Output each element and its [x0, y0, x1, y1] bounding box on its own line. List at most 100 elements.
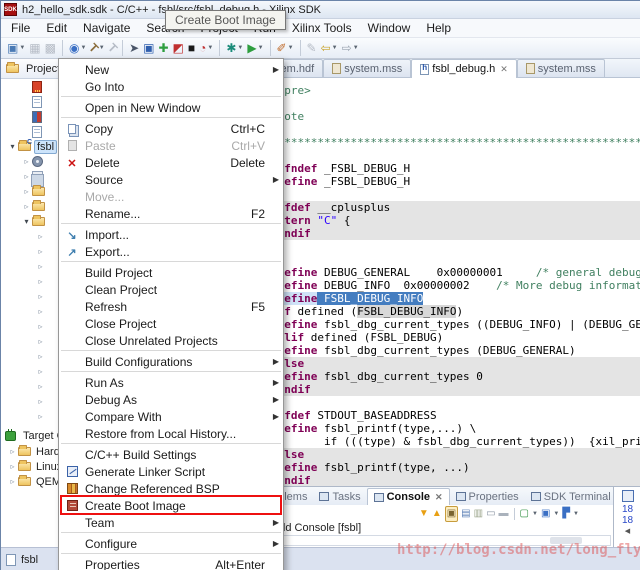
context-menu-item-generate-linker-script[interactable]: Generate Linker Script — [59, 463, 283, 480]
context-menu-item-delete[interactable]: DeleteDelete — [59, 154, 283, 171]
chevron-down-icon[interactable]: ▼ — [573, 511, 579, 517]
tree-expand-icon[interactable]: ▹ — [35, 412, 46, 421]
editor-tab-fsbl-debug-h[interactable]: fsbl_debug.h✕ — [411, 59, 517, 78]
chevron-down-icon[interactable]: ▼ — [258, 45, 264, 51]
tree-expand-icon[interactable]: ▹ — [35, 307, 46, 316]
tree-expand-icon[interactable]: ▹ — [35, 232, 46, 241]
tree-expand-icon[interactable]: ▹ — [21, 157, 32, 166]
tree-expand-icon[interactable]: ▹ — [35, 292, 46, 301]
tree-expand-icon[interactable]: ▹ — [35, 337, 46, 346]
display-console-icon[interactable]: ▢ — [520, 507, 529, 521]
context-menu-item-import[interactable]: Import... — [59, 226, 283, 243]
scroll-left-icon[interactable]: ◀ — [614, 527, 640, 535]
tree-expand-icon[interactable]: ▹ — [35, 382, 46, 391]
external-tools-button[interactable]: ✱▼ — [224, 39, 245, 57]
performance-button[interactable]: ◔▼ — [197, 39, 215, 57]
chevron-down-icon[interactable]: ▼ — [532, 511, 538, 517]
chevron-down-icon[interactable]: ▼ — [288, 45, 294, 51]
scroll-to-end-icon[interactable]: ▼ — [419, 507, 429, 521]
tree-expand-icon[interactable]: ▾ — [7, 142, 18, 151]
tree-expand-icon[interactable]: ▹ — [35, 367, 46, 376]
context-menu-item-build-configurations[interactable]: Build Configurations▶ — [59, 353, 283, 370]
show-on-output-icon[interactable]: ▣ — [445, 506, 458, 522]
build-all-button[interactable]: T — [107, 39, 118, 57]
chevron-down-icon[interactable]: ▼ — [237, 45, 243, 51]
tree-expand-icon[interactable]: ▹ — [35, 247, 46, 256]
context-menu-item-rename[interactable]: Rename...F2 — [59, 205, 283, 222]
remove-launch-icon[interactable]: ▬ — [499, 507, 509, 521]
chevron-down-icon[interactable]: ▼ — [19, 45, 25, 51]
menu-help[interactable]: Help — [418, 19, 459, 37]
program-fpga-button[interactable]: ◩ — [171, 39, 186, 57]
context-menu-item-debug-as[interactable]: Debug As▶ — [59, 391, 283, 408]
context-menu-item-team[interactable]: Team▶ — [59, 514, 283, 531]
title-bar[interactable]: SDK h2_hello_sdk.sdk - C/C++ - fsbl/src/… — [1, 1, 640, 19]
context-menu-item-restore-from-local-history[interactable]: Restore from Local History... — [59, 425, 283, 442]
back-button[interactable]: ⇦▼ — [319, 39, 340, 57]
tree-expand-icon[interactable]: ▹ — [35, 262, 46, 271]
context-menu-item-close-unrelated-projects[interactable]: Close Unrelated Projects — [59, 332, 283, 349]
chevron-down-icon[interactable]: ▼ — [332, 45, 338, 51]
context-menu-item-compare-with[interactable]: Compare With▶ — [59, 408, 283, 425]
context-menu-item-properties[interactable]: PropertiesAlt+Enter — [59, 556, 283, 570]
console-tab-console[interactable]: Console✕ — [367, 488, 450, 505]
chevron-down-icon[interactable]: ▼ — [353, 45, 359, 51]
scroll-to-top-icon[interactable]: ▲ — [432, 507, 442, 521]
selected-console-icon[interactable]: ▣ — [541, 507, 550, 521]
chevron-down-icon[interactable]: ▼ — [553, 511, 559, 517]
tree-expand-icon[interactable]: ▹ — [35, 277, 46, 286]
open-console-icon[interactable]: ▛ — [562, 507, 570, 521]
close-icon[interactable]: ✕ — [435, 492, 443, 503]
console-tab-tasks[interactable]: Tasks — [313, 488, 366, 505]
search-wand-button[interactable]: ✐▼ — [275, 39, 296, 57]
context-menu-item-run-as[interactable]: Run As▶ — [59, 374, 283, 391]
chevron-down-icon[interactable]: ▼ — [207, 45, 213, 51]
tree-expand-icon[interactable]: ▹ — [35, 322, 46, 331]
pin-console-icon[interactable]: ▤ — [461, 507, 470, 521]
context-menu-item-new[interactable]: New▶ — [59, 61, 283, 78]
launch-config-button[interactable]: ◉▼ — [67, 39, 88, 57]
forward-button[interactable]: ⇨▼ — [340, 39, 361, 57]
lock-console-icon[interactable]: ▥ — [474, 507, 483, 521]
menu-window[interactable]: Window — [360, 19, 419, 37]
context-menu-item-export[interactable]: Export... — [59, 243, 283, 260]
context-menu-item-close-project[interactable]: Close Project — [59, 315, 283, 332]
sdk-terminal-button[interactable]: ■ — [186, 39, 197, 57]
menu-xilinx-tools[interactable]: Xilinx Tools — [284, 19, 360, 37]
build-button[interactable]: T▼ — [88, 39, 106, 57]
tree-expand-icon[interactable]: ▹ — [7, 477, 18, 486]
tree-expand-icon[interactable]: ▹ — [21, 187, 32, 196]
collapsed-side-view[interactable]: 18 18 ◀ — [613, 486, 640, 547]
code-editor[interactable]: </pre>@note*****************************… — [226, 78, 640, 486]
run-button[interactable]: ▶▼ — [245, 39, 265, 57]
context-menu-item-go-into[interactable]: Go Into — [59, 78, 283, 95]
xsct-console-button[interactable]: ▣ — [141, 39, 156, 57]
save-button[interactable]: ▦ — [27, 39, 42, 57]
select-tool-button[interactable]: ➤ — [127, 39, 141, 57]
context-menu-item-build-project[interactable]: Build Project — [59, 264, 283, 281]
tree-expand-icon[interactable]: ▹ — [21, 202, 32, 211]
tree-expand-icon[interactable]: ▹ — [35, 397, 46, 406]
tree-expand-icon[interactable]: ▹ — [35, 352, 46, 361]
menu-file[interactable]: File — [3, 19, 38, 37]
context-menu-item-open-in-new-window[interactable]: Open in New Window — [59, 99, 283, 116]
context-menu-item-c-c-build-settings[interactable]: C/C++ Build Settings — [59, 446, 283, 463]
context-menu-item-refresh[interactable]: RefreshF5 — [59, 298, 283, 315]
tree-expand-icon[interactable]: ▾ — [21, 217, 32, 226]
editor-tab-system-mss[interactable]: system.mss — [323, 59, 411, 77]
menu-navigate[interactable]: Navigate — [75, 19, 138, 37]
context-menu-item-copy[interactable]: CopyCtrl+C — [59, 120, 283, 137]
program-flash-button[interactable]: ✚ — [156, 39, 170, 57]
tree-expand-icon[interactable]: ▹ — [7, 462, 18, 471]
editor-tab-system-mss[interactable]: system.mss — [517, 59, 605, 77]
last-edit-button[interactable]: ✎ — [305, 39, 319, 57]
console-tab-sdk-terminal[interactable]: SDK Terminal — [525, 488, 617, 505]
new-wizard-button[interactable]: ▣▼ — [5, 39, 27, 57]
context-menu-item-move[interactable]: Move... — [59, 188, 283, 205]
context-menu-item-clean-project[interactable]: Clean Project — [59, 281, 283, 298]
context-menu-item-source[interactable]: Source▶ — [59, 171, 283, 188]
context-menu-item-paste[interactable]: PasteCtrl+V — [59, 137, 283, 154]
clear-console-icon[interactable]: ▭ — [486, 507, 495, 521]
tree-expand-icon[interactable]: ▹ — [7, 447, 18, 456]
console-tab-properties[interactable]: Properties — [450, 488, 525, 505]
